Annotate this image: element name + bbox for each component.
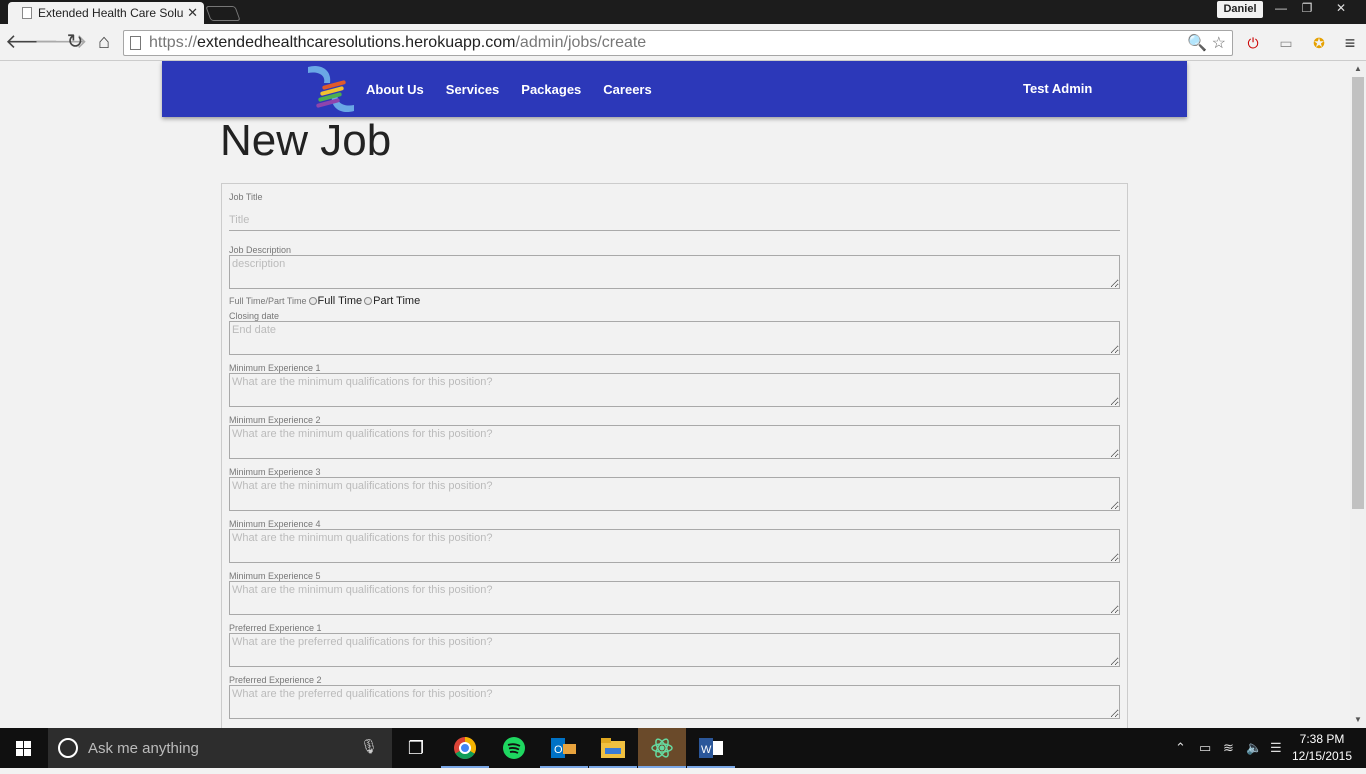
min-experience-5-label: Minimum Experience 5 xyxy=(229,571,321,581)
home-icon[interactable]: ⌂ xyxy=(92,30,116,54)
svg-text:W: W xyxy=(701,744,712,756)
atom-taskbar-icon[interactable] xyxy=(638,728,686,768)
outlook-taskbar-icon[interactable]: O xyxy=(540,728,588,768)
battery-icon[interactable]: ▭ xyxy=(1199,728,1211,768)
min-experience-4-label: Minimum Experience 4 xyxy=(229,519,321,529)
page-scrollbar[interactable]: ▲ ▼ xyxy=(1350,61,1366,728)
restore-button[interactable]: ❐ xyxy=(1292,0,1322,18)
closing-date-input[interactable] xyxy=(229,321,1120,355)
min-experience-1-input[interactable] xyxy=(229,373,1120,407)
min-experience-5-input[interactable] xyxy=(229,581,1120,615)
close-window-button[interactable]: ✕ xyxy=(1326,0,1356,18)
adblock-extension-icon[interactable]: ⏻ xyxy=(1242,32,1264,54)
microphone-icon[interactable]: 🎙 xyxy=(360,738,378,755)
main-nav: About Us Services Packages Careers xyxy=(366,61,674,117)
min-experience-4-input[interactable] xyxy=(229,529,1120,563)
show-hidden-icons[interactable]: ⌃ xyxy=(1175,728,1186,768)
file-explorer-taskbar-icon[interactable] xyxy=(589,728,637,768)
min-experience-3-label: Minimum Experience 3 xyxy=(229,467,321,477)
svg-text:O: O xyxy=(554,744,563,756)
new-job-form: Job Title Job Description Full Time/Part… xyxy=(221,183,1128,728)
browser-tab[interactable]: Extended Health Care Solu ✕ xyxy=(8,2,204,24)
clock-date: 12/15/2015 xyxy=(1291,749,1353,763)
url-path: /admin/jobs/create xyxy=(515,34,647,51)
task-view-icon[interactable]: ❐ xyxy=(392,728,440,768)
extension-icon[interactable]: ✪ xyxy=(1308,32,1330,54)
full-time-label[interactable]: Full Time xyxy=(318,295,363,307)
bookmark-star-icon[interactable]: ☆ xyxy=(1212,35,1226,52)
clock[interactable]: 7:38 PM 12/15/2015 xyxy=(1290,731,1354,765)
pref-experience-1-input[interactable] xyxy=(229,633,1120,667)
scroll-thumb[interactable] xyxy=(1352,77,1364,509)
page-viewport: About Us Services Packages Careers Test … xyxy=(0,61,1350,728)
scroll-up-icon[interactable]: ▲ xyxy=(1354,64,1362,73)
pref-experience-2-label: Preferred Experience 2 xyxy=(229,675,322,685)
pref-experience-1-label: Preferred Experience 1 xyxy=(229,623,322,633)
zoom-icon[interactable]: 🔍 xyxy=(1187,35,1207,52)
url-host: extendedhealthcaresolutions.herokuapp.co… xyxy=(197,34,516,51)
job-description-label: Job Description xyxy=(229,245,292,255)
chrome-taskbar-icon[interactable] xyxy=(441,728,489,768)
cortana-icon xyxy=(58,738,78,758)
omnibox-actions: 🔍 ☆ xyxy=(1187,33,1226,53)
notifications-icon[interactable]: ☰ xyxy=(1270,728,1282,768)
employment-type-label: Full Time/Part Time xyxy=(229,296,307,306)
min-experience-1-label: Minimum Experience 1 xyxy=(229,363,321,373)
profile-button[interactable]: Daniel xyxy=(1217,1,1263,18)
user-menu[interactable]: Test Admin xyxy=(1023,61,1092,117)
job-description-input[interactable] xyxy=(229,255,1120,289)
spotify-taskbar-icon[interactable] xyxy=(490,728,538,768)
job-title-label: Job Title xyxy=(229,192,263,202)
volume-icon[interactable]: 🔈 xyxy=(1246,728,1262,768)
job-title-input[interactable] xyxy=(229,209,1120,231)
address-bar[interactable]: https://extendedhealthcaresolutions.hero… xyxy=(123,30,1233,56)
browser-titlebar: Extended Health Care Solu ✕ Daniel — ❐ ✕ xyxy=(0,0,1366,24)
word-taskbar-icon[interactable]: W xyxy=(687,728,735,768)
page-icon xyxy=(22,7,32,19)
min-experience-2-label: Minimum Experience 2 xyxy=(229,415,321,425)
tab-close-icon[interactable]: ✕ xyxy=(187,5,198,21)
full-time-radio[interactable] xyxy=(308,297,317,305)
page-title: New Job xyxy=(220,116,392,165)
site-header: About Us Services Packages Careers Test … xyxy=(162,61,1187,117)
tab-title: Extended Health Care Solu xyxy=(38,6,184,20)
page-info-icon[interactable] xyxy=(130,36,141,50)
clock-time: 7:38 PM xyxy=(1299,732,1345,746)
nav-services[interactable]: Services xyxy=(446,82,500,97)
new-tab-button[interactable] xyxy=(205,6,241,21)
search-placeholder: Ask me anything xyxy=(88,739,199,757)
start-button[interactable] xyxy=(0,728,48,768)
nav-about-us[interactable]: About Us xyxy=(366,82,424,97)
nav-careers[interactable]: Careers xyxy=(603,82,651,97)
pref-experience-2-input[interactable] xyxy=(229,685,1120,719)
employment-type-group: Full Time/Part Time Full Time Part Time xyxy=(229,295,1120,307)
reload-icon[interactable]: ↻ xyxy=(63,30,87,54)
url-scheme: https:// xyxy=(149,34,198,51)
min-experience-2-input[interactable] xyxy=(229,425,1120,459)
menu-icon[interactable]: ≡ xyxy=(1339,32,1361,54)
nav-packages[interactable]: Packages xyxy=(521,82,581,97)
wifi-icon[interactable]: ≋ xyxy=(1223,728,1234,768)
browser-toolbar: 🡐 🡒 ↻ ⌂ https://extendedhealthcaresoluti… xyxy=(0,24,1366,61)
back-arrow-icon[interactable]: 🡐 xyxy=(5,30,59,54)
part-time-label[interactable]: Part Time xyxy=(373,295,420,307)
closing-date-label: Closing date xyxy=(229,311,280,321)
scroll-down-icon[interactable]: ▼ xyxy=(1354,715,1362,724)
forward-arrow-icon[interactable]: 🡒 xyxy=(34,30,88,54)
part-time-radio[interactable] xyxy=(364,297,373,305)
min-experience-3-input[interactable] xyxy=(229,477,1120,511)
site-logo[interactable] xyxy=(302,63,360,115)
taskbar: Ask me anything 🎙 ❐ O W ⌃ ▭ ≋ 🔈 ☰ 7:38 P… xyxy=(0,728,1366,768)
cortana-search-box[interactable]: Ask me anything 🎙 xyxy=(48,728,392,768)
cast-icon[interactable]: ▭ xyxy=(1275,32,1297,54)
windows-logo-icon xyxy=(16,741,31,756)
